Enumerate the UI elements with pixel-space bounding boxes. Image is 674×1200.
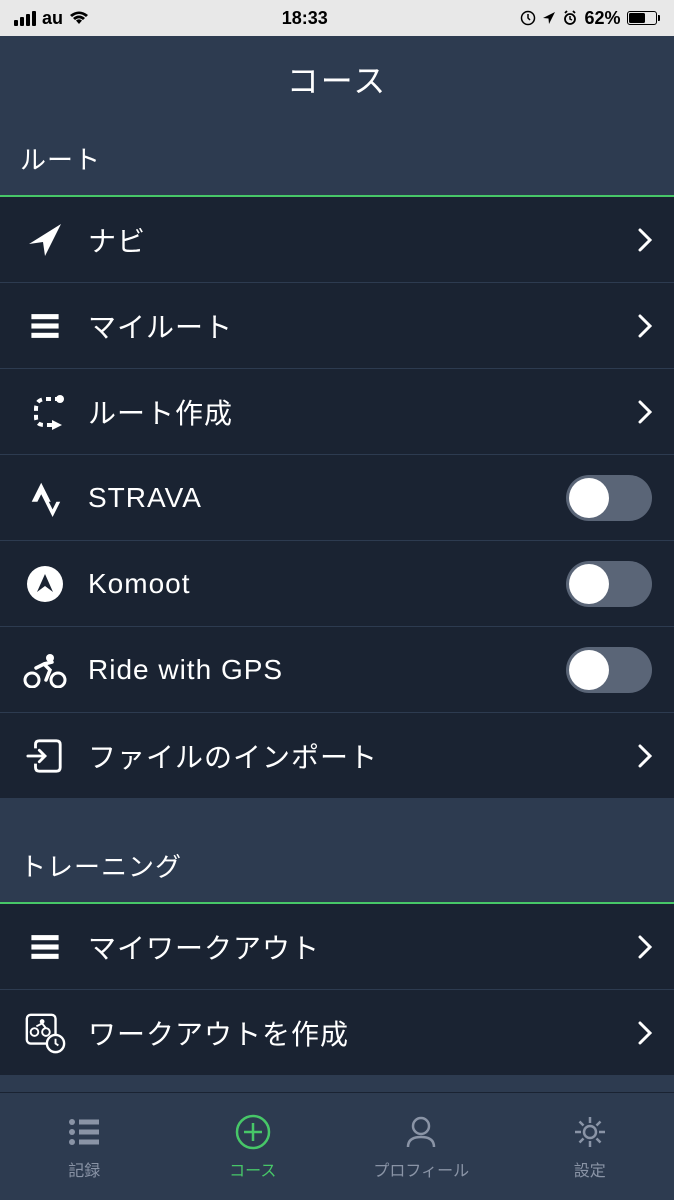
strava-toggle[interactable] — [566, 475, 652, 521]
status-time: 18:33 — [282, 8, 328, 29]
row-strava[interactable]: STRAVA — [0, 455, 674, 541]
komoot-icon — [22, 561, 68, 607]
rotation-lock-icon — [520, 10, 536, 26]
file-import-icon — [22, 733, 68, 779]
location-icon — [542, 11, 556, 25]
content-scroll[interactable]: ルート ナビ マイルート ルート作成 STRAVA Komoot — [0, 122, 674, 1092]
row-navi[interactable]: ナビ — [0, 197, 674, 283]
carrier-label: au — [42, 8, 63, 29]
status-right: 62% — [520, 8, 660, 29]
section-gap — [0, 1076, 674, 1092]
navigation-icon — [22, 217, 68, 263]
list-icon — [22, 303, 68, 349]
tab-settings[interactable]: 設定 — [506, 1093, 674, 1200]
tab-label: 記録 — [68, 1157, 100, 1181]
komoot-toggle[interactable] — [566, 561, 652, 607]
row-label: Ride with GPS — [88, 654, 566, 686]
tab-record[interactable]: 記録 — [0, 1093, 169, 1200]
route-create-icon — [22, 389, 68, 435]
list-icon — [22, 924, 68, 970]
tab-bar: 記録 コース プロフィール 設定 — [0, 1092, 674, 1200]
add-icon — [234, 1113, 272, 1151]
tab-course[interactable]: コース — [169, 1093, 338, 1200]
tab-profile[interactable]: プロフィール — [337, 1093, 506, 1200]
row-myroute[interactable]: マイルート — [0, 283, 674, 369]
row-label: マイワークアウト — [88, 927, 638, 967]
wifi-icon — [69, 11, 89, 25]
row-label: マイルート — [88, 306, 638, 346]
status-bar: au 18:33 62% — [0, 0, 674, 36]
chevron-right-icon — [638, 1021, 652, 1045]
row-label: Komoot — [88, 568, 566, 600]
tab-label: プロフィール — [373, 1157, 469, 1181]
chevron-right-icon — [638, 935, 652, 959]
row-myworkout[interactable]: マイワークアウト — [0, 904, 674, 990]
status-left: au — [14, 8, 89, 29]
workout-create-icon — [22, 1010, 68, 1056]
signal-icon — [14, 11, 36, 26]
gear-icon — [571, 1113, 609, 1151]
record-icon — [65, 1113, 103, 1151]
row-route-create[interactable]: ルート作成 — [0, 369, 674, 455]
section-header-route: ルート — [0, 122, 674, 197]
cyclist-icon — [22, 647, 68, 693]
row-label: STRAVA — [88, 482, 566, 514]
row-label: ワークアウトを作成 — [88, 1013, 638, 1053]
battery-icon — [627, 11, 661, 25]
section-header-training: トレーニング — [0, 829, 674, 904]
tab-label: コース — [229, 1157, 276, 1181]
row-file-import[interactable]: ファイルのインポート — [0, 713, 674, 799]
strava-icon — [22, 475, 68, 521]
battery-percent: 62% — [584, 8, 620, 29]
chevron-right-icon — [638, 400, 652, 424]
ridewithgps-toggle[interactable] — [566, 647, 652, 693]
chevron-right-icon — [638, 744, 652, 768]
row-workout-create[interactable]: ワークアウトを作成 — [0, 990, 674, 1076]
section-gap — [0, 799, 674, 829]
row-label: ルート作成 — [88, 392, 638, 432]
tab-label: 設定 — [574, 1157, 606, 1181]
row-label: ナビ — [88, 220, 638, 260]
page-header: コース — [0, 36, 674, 122]
row-ridewithgps[interactable]: Ride with GPS — [0, 627, 674, 713]
row-komoot[interactable]: Komoot — [0, 541, 674, 627]
chevron-right-icon — [638, 228, 652, 252]
row-label: ファイルのインポート — [88, 736, 638, 776]
alarm-icon — [562, 10, 578, 26]
page-title: コース — [287, 56, 387, 102]
chevron-right-icon — [638, 314, 652, 338]
profile-icon — [402, 1113, 440, 1151]
